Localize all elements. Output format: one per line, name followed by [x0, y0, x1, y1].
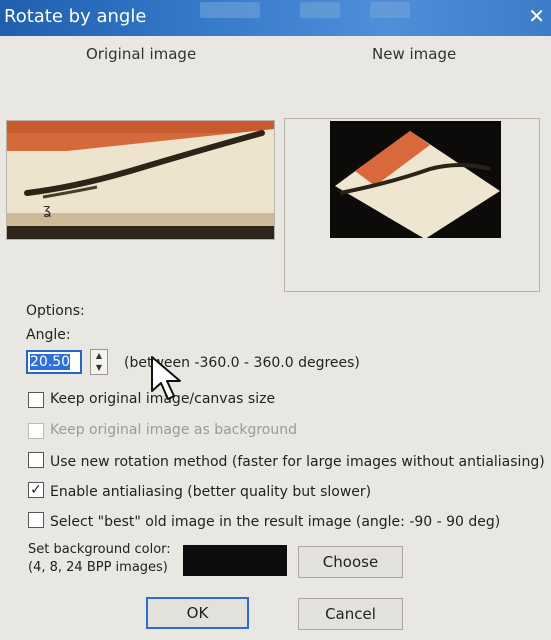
new-image-label: New image [372, 45, 457, 63]
options-heading: Options: [26, 303, 85, 319]
angle-input[interactable]: 20.50 [26, 350, 82, 374]
taskbar-blur [200, 2, 260, 18]
angle-label: Angle: [26, 327, 71, 343]
title-bar: Rotate by angle ✕ [0, 0, 551, 36]
choose-color-button[interactable]: Choose [298, 546, 403, 578]
angle-spinner[interactable]: ▲ ▼ [90, 349, 108, 375]
angle-value: 20.50 [30, 354, 71, 370]
antialiasing-checkbox[interactable]: ✓ [28, 482, 44, 498]
mouse-cursor-icon [150, 355, 186, 407]
bg-color-note: (4, 8, 24 BPP images) [28, 560, 168, 575]
check-icon: ✓ [30, 482, 42, 498]
taskbar-blur [300, 2, 340, 18]
antialiasing-label[interactable]: Enable antialiasing (better quality but … [50, 484, 371, 500]
original-image-label: Original image [86, 45, 197, 63]
keep-background-label: Keep original image as background [50, 422, 298, 438]
keep-size-checkbox[interactable] [28, 392, 44, 408]
taskbar-blur [370, 2, 410, 18]
original-image-preview: ʓ [6, 120, 275, 240]
close-icon[interactable]: ✕ [528, 6, 545, 26]
best-image-label[interactable]: Select "best" old image in the result im… [50, 514, 500, 530]
spin-down-icon[interactable]: ▼ [91, 362, 107, 374]
new-rotation-checkbox[interactable] [28, 452, 44, 468]
cancel-button[interactable]: Cancel [298, 598, 403, 630]
new-image-preview [330, 121, 501, 238]
ok-button[interactable]: OK [146, 597, 249, 629]
new-rotation-label[interactable]: Use new rotation method (faster for larg… [50, 454, 545, 470]
bg-color-swatch [183, 545, 287, 576]
keep-background-checkbox [28, 423, 44, 439]
spin-up-icon[interactable]: ▲ [91, 350, 107, 362]
bg-color-label: Set background color: [28, 542, 171, 557]
window-title: Rotate by angle [4, 6, 147, 27]
best-image-checkbox[interactable] [28, 512, 44, 528]
svg-text:ʓ: ʓ [43, 202, 51, 218]
